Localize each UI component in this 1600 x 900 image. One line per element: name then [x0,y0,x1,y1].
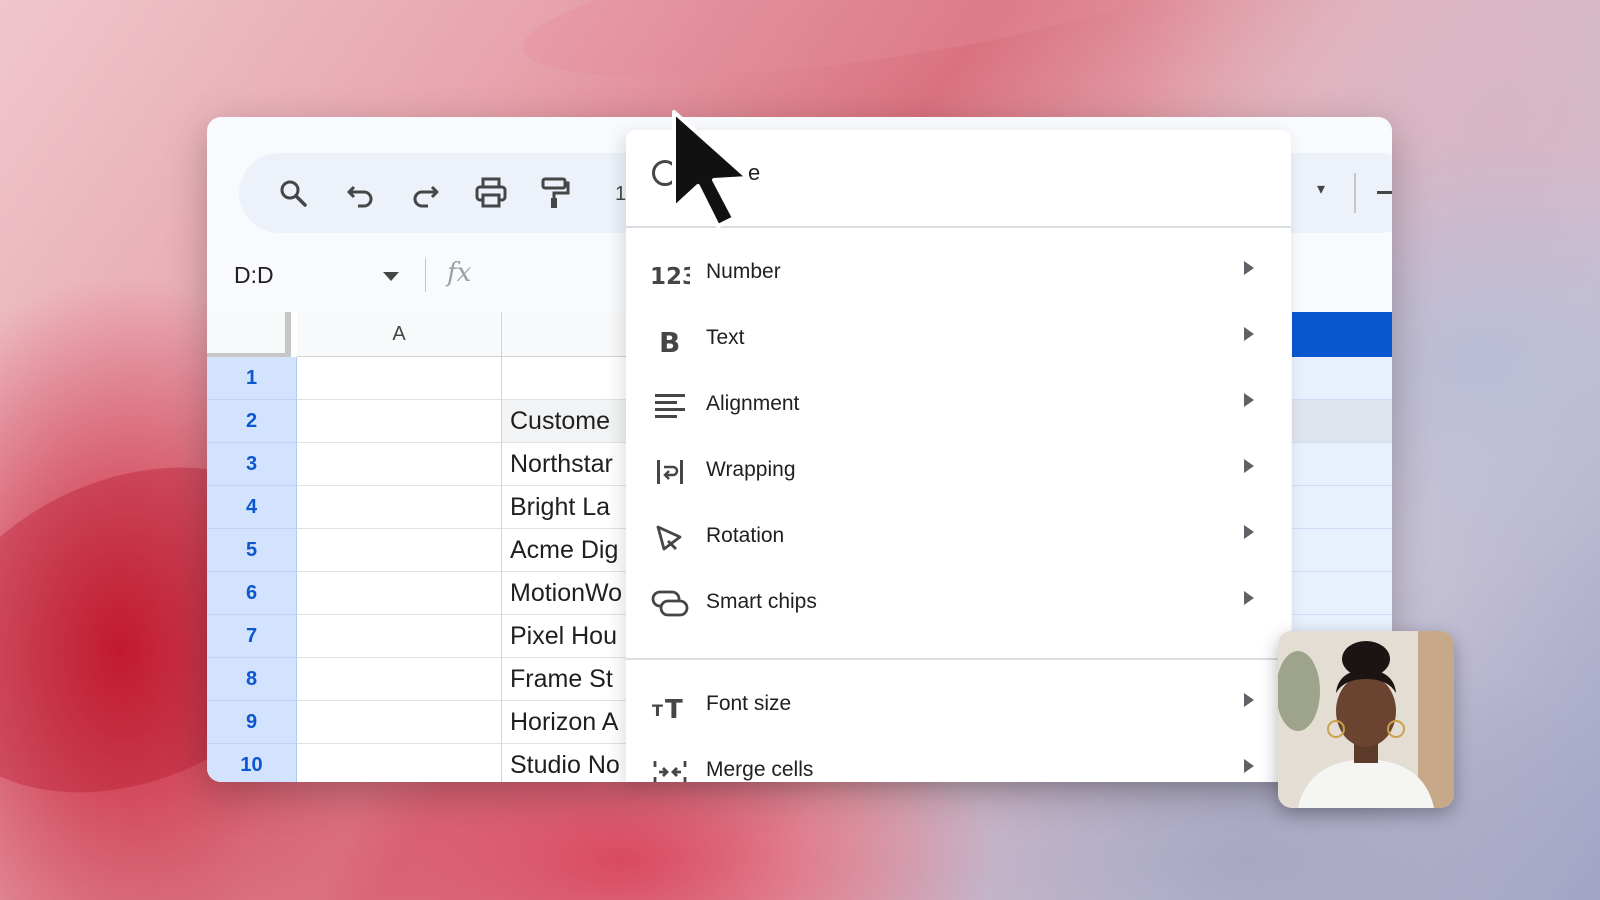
cell[interactable] [297,744,502,782]
svg-text:T: T [665,695,683,720]
selected-cell[interactable] [1292,572,1392,615]
mouse-cursor-icon [668,108,778,238]
cell[interactable] [297,486,502,529]
menu-item-rotation[interactable]: Rotation [626,509,1291,565]
submenu-arrow-icon [1244,759,1254,773]
cell[interactable] [297,701,502,744]
search-icon[interactable] [275,175,311,211]
row-header[interactable]: 5 [207,529,297,572]
align-left-icon [650,389,690,423]
menu-item-label: Wrapping [706,458,796,481]
svg-text:B: B [659,326,680,355]
column-header-a[interactable]: A [297,312,502,357]
menu-item-label: Font size [706,692,792,715]
chevron-down-icon[interactable]: ▾ [1317,179,1325,199]
undo-icon[interactable] [343,175,379,211]
paint-format-icon[interactable] [537,175,573,211]
cell[interactable] [297,357,502,400]
select-all-corner[interactable] [207,312,291,357]
row-header[interactable]: 8 [207,658,297,701]
menu-divider [626,658,1291,660]
selected-cell[interactable] [1292,529,1392,572]
cell[interactable] [297,400,502,443]
column-header-b[interactable] [502,312,632,357]
name-box[interactable]: D:D [234,262,274,289]
cell[interactable]: Frame St [502,658,632,701]
submenu-arrow-icon [1244,591,1254,605]
column-header-d-selected[interactable] [1292,312,1392,357]
background-brush-stroke [515,0,1225,109]
cell[interactable] [502,357,632,400]
text-wrap-icon [650,455,690,489]
selected-cell[interactable] [1292,486,1392,529]
row-header[interactable]: 7 [207,615,297,658]
svg-text:123: 123 [650,264,690,288]
menu-item-label: Alignment [706,392,800,415]
cell[interactable]: Pixel Hou [502,615,632,658]
cell[interactable]: Horizon A [502,701,632,744]
cell[interactable]: Bright La [502,486,632,529]
divider [425,258,426,292]
submenu-arrow-icon [1244,393,1254,407]
menu-item-alignment[interactable]: Alignment [626,377,1291,433]
menu-item-font-size[interactable]: TT Font size [626,677,1291,733]
menu-item-label: Text [706,326,745,349]
submenu-arrow-icon [1244,327,1254,341]
svg-text:T: T [652,701,663,720]
menu-item-label: Merge cells [706,758,814,781]
cell[interactable] [297,443,502,486]
cell[interactable] [297,658,502,701]
menu-item-label: Number [706,260,781,283]
selected-cell[interactable] [1292,357,1392,400]
cell[interactable] [297,572,502,615]
menu-item-smart-chips[interactable]: Smart chips [626,575,1291,631]
bold-icon: B [650,323,690,357]
smart-chip-icon [650,587,690,621]
selected-cell[interactable] [1292,443,1392,486]
menu-item-number[interactable]: 123 Number [626,245,1291,301]
row-header[interactable]: 2 [207,400,297,443]
text-rotation-icon [650,521,690,555]
row-header[interactable]: 1 [207,357,297,400]
cell[interactable]: Acme Dig [502,529,632,572]
presenter-avatar [1278,631,1454,808]
submenu-arrow-icon [1244,525,1254,539]
row-header[interactable]: 4 [207,486,297,529]
font-size-icon: TT [650,689,690,723]
cell[interactable] [297,615,502,658]
presenter-video-thumbnail [1278,631,1454,808]
row-header[interactable]: 9 [207,701,297,744]
submenu-arrow-icon [1244,693,1254,707]
print-icon[interactable] [473,175,509,211]
row-header[interactable]: 3 [207,443,297,486]
merge-cells-icon [650,755,690,782]
cell[interactable] [297,529,502,572]
row-header[interactable]: 6 [207,572,297,615]
menu-item-label: Rotation [706,524,785,547]
cell[interactable]: MotionWo [502,572,632,615]
menu-item-text[interactable]: B Text [626,311,1291,367]
number-format-icon: 123 [650,257,690,291]
cell[interactable]: Northstar [502,443,632,486]
selected-cell[interactable] [1292,400,1392,443]
fx-icon: fx [447,258,472,288]
submenu-arrow-icon [1244,459,1254,473]
redo-icon[interactable] [407,175,443,211]
toolbar-divider [1354,173,1356,213]
collapse-toolbar-icon[interactable] [1377,191,1392,194]
menu-item-merge-cells[interactable]: Merge cells [626,743,1291,782]
submenu-arrow-icon [1244,261,1254,275]
cell[interactable]: Custome [502,400,632,443]
menu-item-label: Smart chips [706,590,817,613]
row-header[interactable]: 10 [207,744,297,782]
cell[interactable]: Studio No [502,744,632,782]
chevron-down-icon[interactable] [383,272,399,281]
menu-item-wrapping[interactable]: Wrapping [626,443,1291,499]
